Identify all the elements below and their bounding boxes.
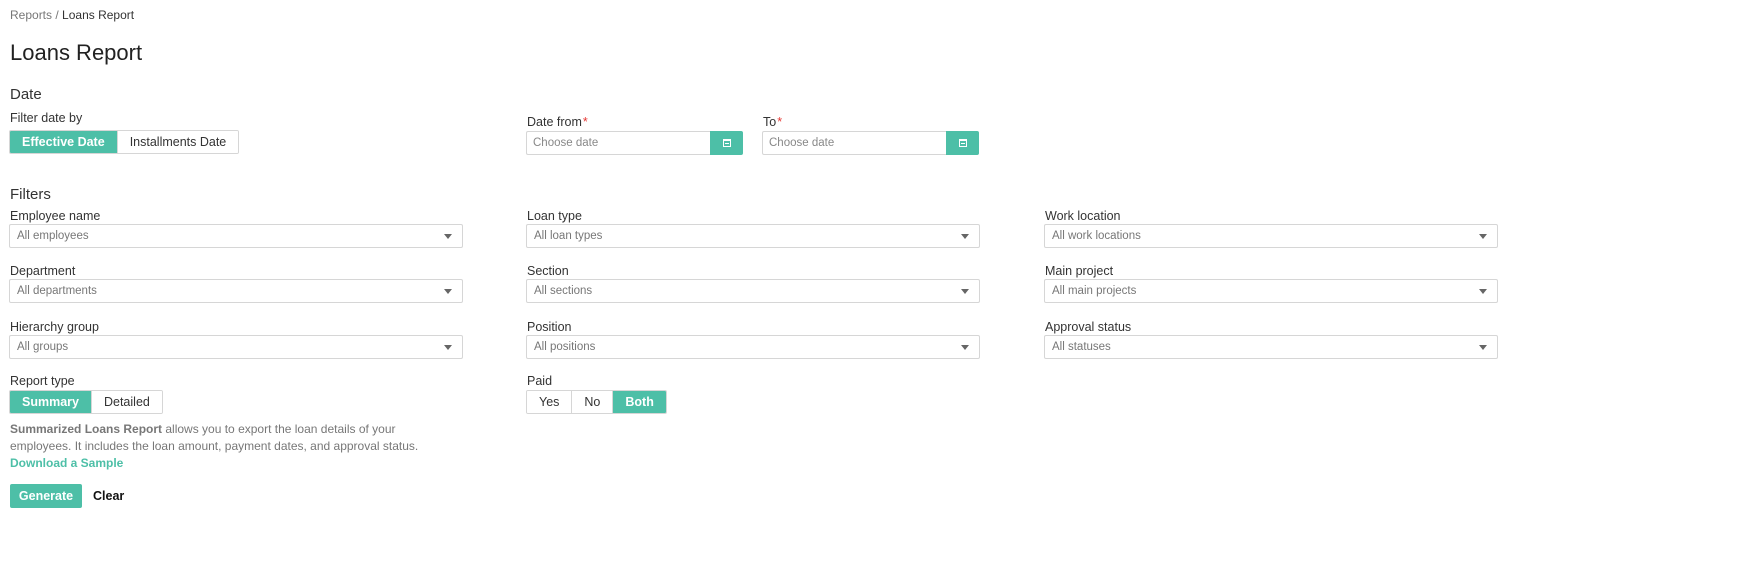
date-from-picker: Choose date: [526, 131, 743, 155]
report-description-title: Summarized Loans Report: [10, 422, 163, 436]
chevron-down-icon: [444, 233, 452, 239]
main-project-label: Main project: [1045, 264, 1114, 278]
approval-status-value: All statuses: [1052, 341, 1111, 353]
position-value: All positions: [534, 341, 596, 353]
date-to-picker: Choose date: [762, 131, 979, 155]
hierarchy-group-label: Hierarchy group: [10, 320, 99, 334]
report-type-toggle: Summary Detailed: [9, 390, 163, 414]
section-select[interactable]: All sections: [526, 279, 980, 303]
date-from-label-text: Date from: [527, 115, 582, 129]
paid-no-option[interactable]: No: [572, 391, 614, 413]
department-label: Department: [10, 264, 76, 278]
download-sample-link[interactable]: Download a Sample: [10, 456, 123, 470]
breadcrumb-parent-link[interactable]: Reports: [10, 8, 52, 22]
paid-both-option[interactable]: Both: [613, 391, 666, 413]
detailed-option[interactable]: Detailed: [91, 391, 162, 413]
section-label: Section: [527, 264, 569, 278]
date-from-calendar-button[interactable]: [710, 131, 743, 155]
employee-name-select[interactable]: All employees: [9, 224, 463, 248]
approval-status-select[interactable]: All statuses: [1044, 335, 1498, 359]
breadcrumb-separator: /: [52, 8, 63, 22]
date-to-label-text: To: [763, 115, 777, 129]
position-select[interactable]: All positions: [526, 335, 980, 359]
installments-date-option[interactable]: Installments Date: [117, 131, 239, 153]
loan-type-select[interactable]: All loan types: [526, 224, 980, 248]
loan-type-label: Loan type: [527, 209, 582, 223]
main-project-value: All main projects: [1052, 285, 1137, 297]
required-marker: *: [582, 115, 588, 129]
calendar-icon: [722, 139, 731, 147]
report-description: Summarized Loans Report allows you to ex…: [10, 421, 460, 472]
chevron-down-icon: [444, 344, 452, 350]
date-from-input[interactable]: Choose date: [526, 131, 710, 155]
chevron-down-icon: [961, 288, 969, 294]
approval-status-label: Approval status: [1045, 320, 1132, 334]
filter-date-by-toggle: Effective Date Installments Date: [9, 130, 240, 154]
department-value: All departments: [17, 285, 97, 297]
breadcrumb-current: Loans Report: [62, 8, 135, 22]
chevron-down-icon: [1479, 288, 1487, 294]
chevron-down-icon: [961, 344, 969, 350]
work-location-select[interactable]: All work locations: [1044, 224, 1498, 248]
required-marker: *: [777, 115, 783, 129]
hierarchy-group-value: All groups: [17, 341, 69, 353]
paid-label: Paid: [527, 374, 553, 388]
main-project-select[interactable]: All main projects: [1044, 279, 1498, 303]
section-value: All sections: [534, 285, 593, 297]
paid-yes-option[interactable]: Yes: [527, 391, 573, 413]
work-location-label: Work location: [1045, 209, 1121, 223]
chevron-down-icon: [1479, 344, 1487, 350]
date-from-label: Date from*: [527, 115, 588, 129]
loan-type-value: All loan types: [534, 230, 603, 242]
employee-name-value: All employees: [17, 230, 89, 242]
chevron-down-icon: [444, 288, 452, 294]
summary-option[interactable]: Summary: [10, 391, 92, 413]
date-to-label: To*: [763, 115, 782, 129]
hierarchy-group-select[interactable]: All groups: [9, 335, 463, 359]
date-to-input[interactable]: Choose date: [762, 131, 946, 155]
generate-button[interactable]: Generate: [10, 484, 82, 508]
effective-date-option[interactable]: Effective Date: [10, 131, 118, 153]
date-section-heading: Date: [10, 86, 42, 103]
work-location-value: All work locations: [1052, 230, 1141, 242]
calendar-icon: [958, 139, 967, 147]
report-type-label: Report type: [10, 374, 75, 388]
chevron-down-icon: [961, 233, 969, 239]
department-select[interactable]: All departments: [9, 279, 463, 303]
paid-toggle: Yes No Both: [526, 390, 667, 414]
filter-date-by-label: Filter date by: [10, 111, 83, 125]
breadcrumb: Reports / Loans Report: [10, 8, 134, 22]
page-title: Loans Report: [10, 40, 143, 65]
position-label: Position: [527, 320, 572, 334]
employee-name-label: Employee name: [10, 209, 101, 223]
date-to-calendar-button[interactable]: [946, 131, 979, 155]
clear-button[interactable]: Clear: [93, 489, 124, 503]
chevron-down-icon: [1479, 233, 1487, 239]
filters-section-heading: Filters: [10, 186, 51, 203]
